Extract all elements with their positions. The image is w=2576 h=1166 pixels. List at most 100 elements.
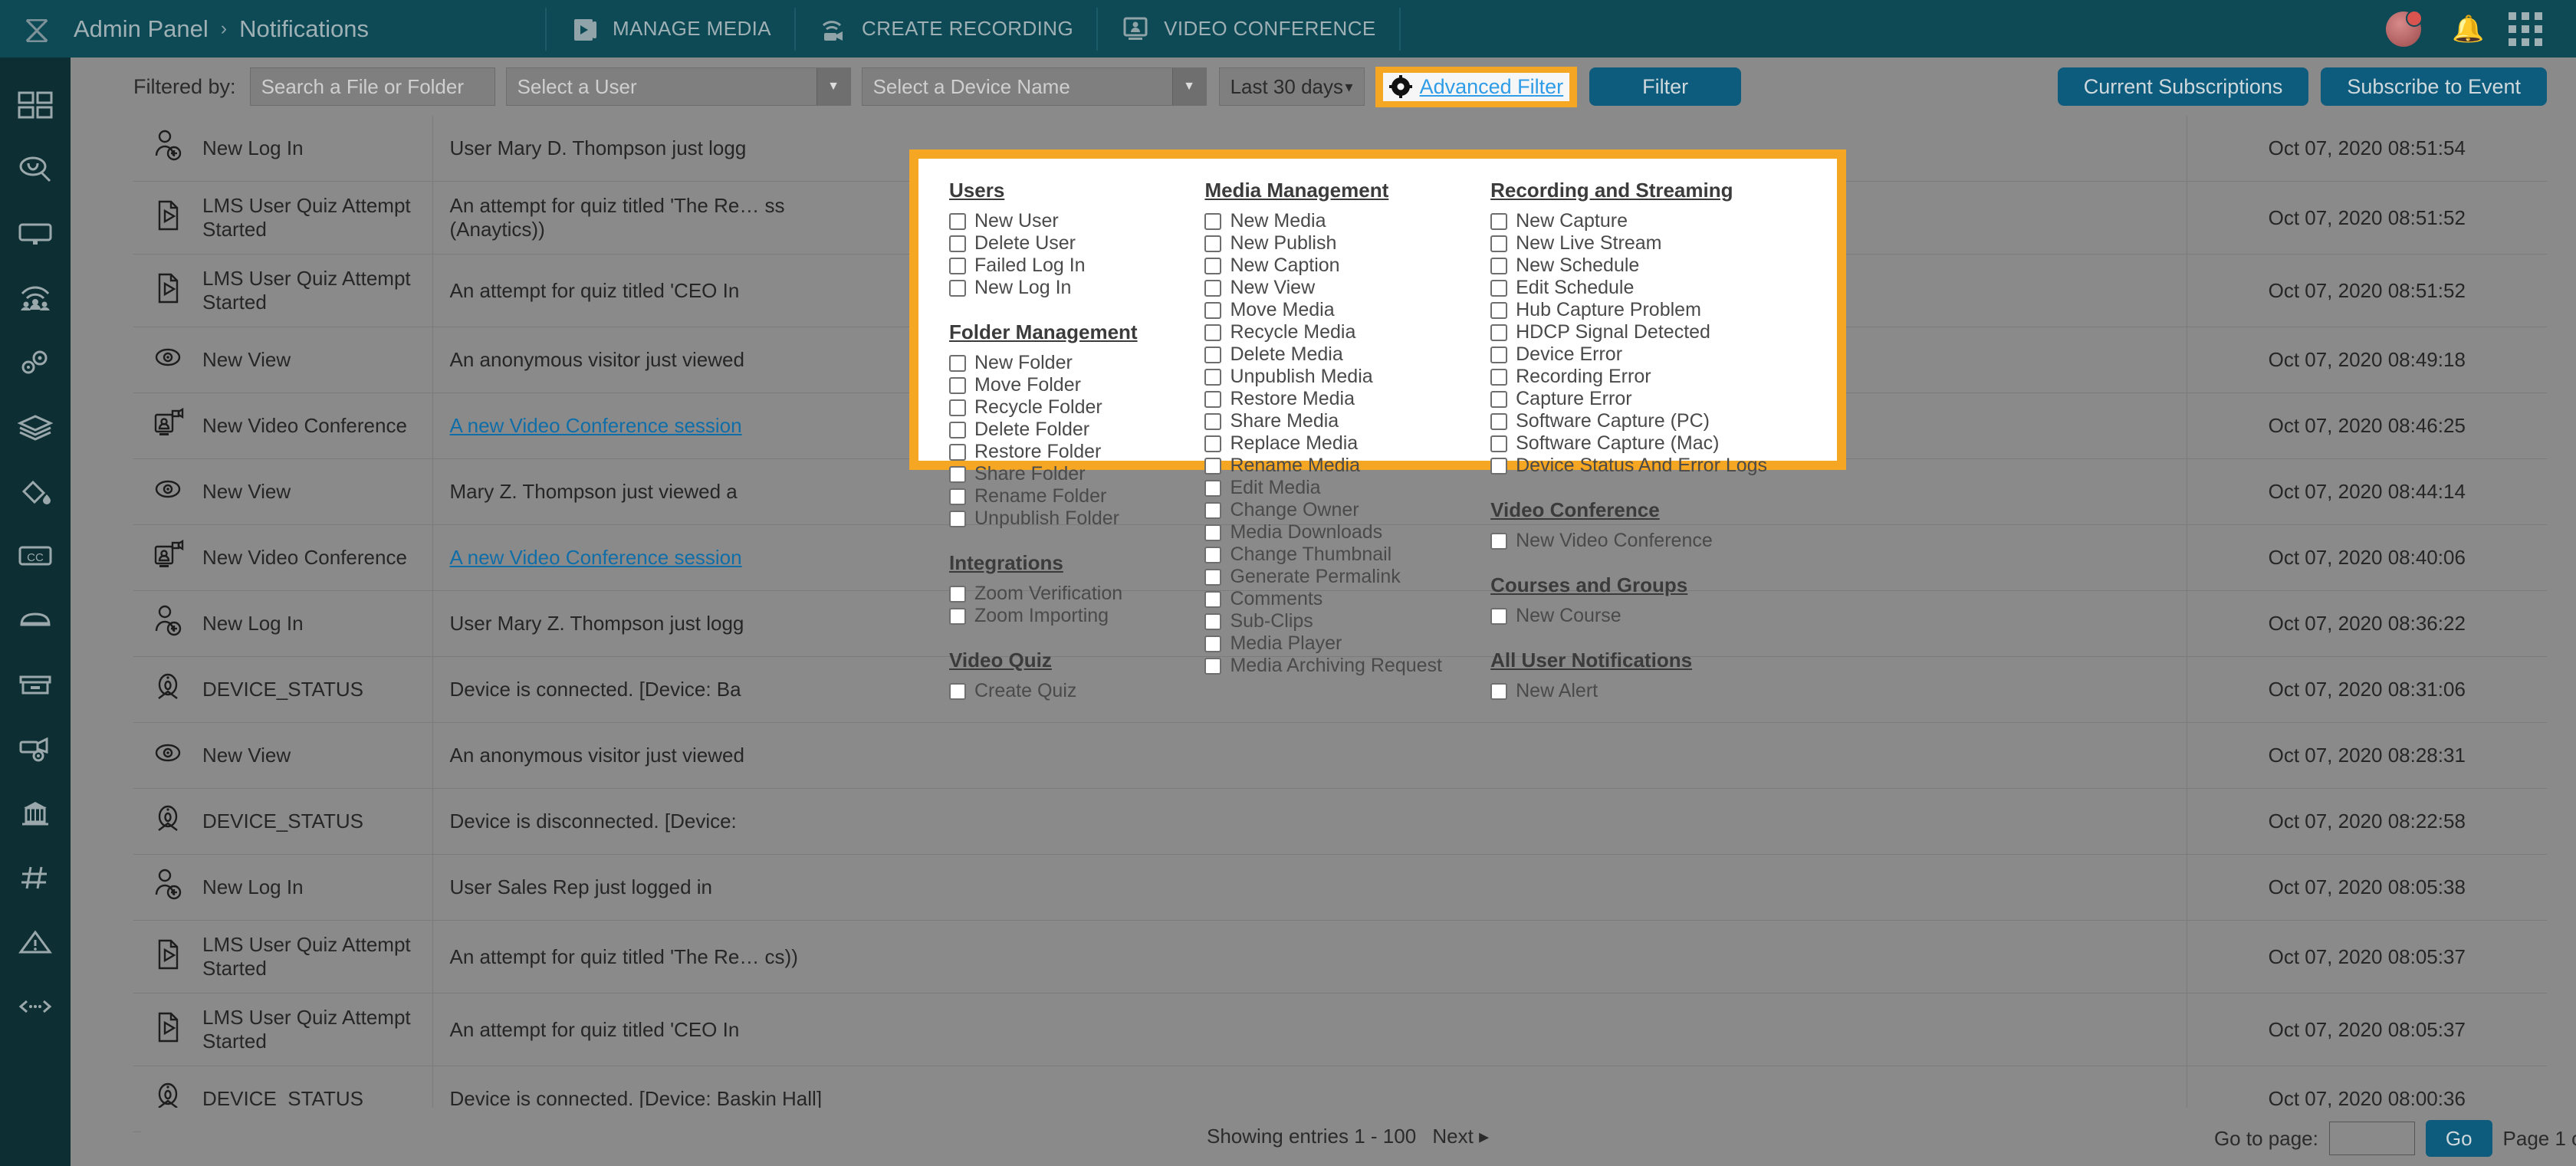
app-logo[interactable]: ⧖ [0, 10, 74, 48]
checkbox-icon[interactable] [1490, 532, 1508, 550]
advanced-filter-option[interactable]: New View [1204, 277, 1490, 299]
checkbox-icon[interactable] [1490, 607, 1508, 625]
advanced-filter-option[interactable]: Media Archiving Request [1204, 655, 1490, 677]
advanced-filter-option[interactable]: Recycle Folder [949, 396, 1204, 419]
advanced-filter-option[interactable]: Change Owner [1204, 499, 1490, 521]
advanced-filter-option[interactable]: Restore Folder [949, 441, 1204, 463]
advanced-filter-link[interactable]: Advanced Filter [1420, 75, 1564, 99]
breadcrumb-root[interactable]: Admin Panel [74, 15, 209, 43]
advanced-filter-option[interactable]: New User [949, 210, 1204, 232]
sidebar-item-channels[interactable] [0, 846, 71, 910]
checkbox-icon[interactable] [949, 376, 966, 394]
advanced-filter-option[interactable]: New Alert [1490, 680, 1806, 702]
advanced-filter-option[interactable]: New Live Stream [1490, 232, 1806, 255]
checkbox-icon[interactable] [1204, 212, 1222, 230]
sidebar-item-device[interactable] [0, 588, 71, 652]
advanced-filter-option[interactable]: Change Thumbnail [1204, 544, 1490, 566]
checkbox-icon[interactable] [1490, 346, 1508, 363]
checkbox-icon[interactable] [949, 682, 966, 700]
advanced-filter-option[interactable]: Unpublish Media [1204, 366, 1490, 388]
checkbox-icon[interactable] [949, 443, 966, 461]
table-row[interactable]: New Log In User Sales Rep just logged in O… [133, 854, 2547, 921]
checkbox-icon[interactable] [1490, 412, 1508, 430]
sidebar-item-live-stream[interactable] [0, 266, 71, 330]
advanced-filter-option[interactable]: Software Capture (PC) [1490, 410, 1806, 432]
advanced-filter-option[interactable]: New Video Conference [1490, 530, 1806, 552]
advanced-filter-option[interactable]: New Capture [1490, 210, 1806, 232]
checkbox-icon[interactable] [1490, 279, 1508, 297]
sidebar-item-settings[interactable] [0, 330, 71, 395]
advanced-filter-option[interactable]: New Folder [949, 352, 1204, 374]
advanced-filter-option[interactable]: Edit Schedule [1490, 277, 1806, 299]
advanced-filter-option[interactable]: Recycle Media [1204, 321, 1490, 343]
table-row[interactable]: New View An anonymous visitor just viewed… [133, 722, 2547, 789]
checkbox-icon[interactable] [949, 510, 966, 527]
checkbox-icon[interactable] [1490, 457, 1508, 475]
advanced-filter-option[interactable]: Unpublish Folder [949, 507, 1204, 530]
device-select[interactable]: Select a Device Name ▼ [861, 67, 1207, 106]
advanced-filter-option[interactable]: New Course [1490, 605, 1806, 627]
table-row[interactable]: LMS User Quiz Attempt Started An attempt … [133, 920, 2547, 994]
advanced-filter-option[interactable]: Rename Folder [949, 485, 1204, 507]
subscribe-to-event-button[interactable]: Subscribe to Event [2321, 67, 2547, 106]
advanced-filter-option[interactable]: Delete Folder [949, 419, 1204, 441]
nav-create-recording[interactable]: CREATE RECORDING [796, 7, 1099, 51]
checkbox-icon[interactable] [949, 235, 966, 252]
date-range-select[interactable]: Last 30 days ▾ [1218, 67, 1365, 106]
advanced-filter-option[interactable]: Zoom Verification [949, 583, 1204, 605]
apps-grid-icon[interactable] [2509, 11, 2542, 46]
current-subscriptions-button[interactable]: Current Subscriptions [2057, 67, 2309, 106]
sidebar-item-display[interactable] [0, 202, 71, 266]
checkbox-icon[interactable] [1490, 301, 1508, 319]
advanced-filter-option[interactable]: New Schedule [1490, 255, 1806, 277]
advanced-filter-option[interactable]: Recording Error [1490, 366, 1806, 388]
checkbox-icon[interactable] [1490, 324, 1508, 341]
checkbox-icon[interactable] [1204, 257, 1222, 274]
checkbox-icon[interactable] [1204, 479, 1222, 497]
go-button[interactable]: Go [2425, 1120, 2492, 1157]
checkbox-icon[interactable] [1204, 435, 1222, 452]
advanced-filter-option[interactable]: Replace Media [1204, 432, 1490, 455]
advanced-filter-option[interactable]: HDCP Signal Detected [1490, 321, 1806, 343]
checkbox-icon[interactable] [1204, 590, 1222, 608]
checkbox-icon[interactable] [949, 488, 966, 505]
sidebar-item-captions[interactable]: CC [0, 524, 71, 588]
sidebar-item-archive[interactable] [0, 652, 71, 717]
notification-bell-icon[interactable]: 🔔 [2452, 15, 2484, 44]
checkbox-icon[interactable] [1204, 279, 1222, 297]
checkbox-icon[interactable] [1490, 390, 1508, 408]
checkbox-icon[interactable] [1204, 657, 1222, 675]
advanced-filter-option[interactable]: Media Player [1204, 632, 1490, 655]
search-input[interactable]: Search a File or Folder [249, 67, 495, 106]
checkbox-icon[interactable] [1204, 546, 1222, 563]
checkbox-icon[interactable] [1204, 324, 1222, 341]
checkbox-icon[interactable] [1204, 368, 1222, 386]
advanced-filter-option[interactable]: Move Folder [949, 374, 1204, 396]
advanced-filter-option[interactable]: Software Capture (Mac) [1490, 432, 1806, 455]
checkbox-icon[interactable] [1204, 613, 1222, 630]
next-page-link[interactable]: Next ▸ [1432, 1125, 1489, 1148]
sidebar-item-layers[interactable] [0, 395, 71, 459]
advanced-filter-option[interactable]: New Publish [1204, 232, 1490, 255]
checkbox-icon[interactable] [1204, 524, 1222, 541]
sidebar-item-search[interactable] [0, 137, 71, 202]
nav-video-conference[interactable]: VIDEO CONFERENCE [1098, 7, 1401, 51]
checkbox-icon[interactable] [1204, 501, 1222, 519]
advanced-filter-option[interactable]: Generate Permalink [1204, 566, 1490, 588]
checkbox-icon[interactable] [1204, 390, 1222, 408]
advanced-filter-option[interactable]: Sub-Clips [1204, 610, 1490, 632]
advanced-filter-option[interactable]: New Caption [1204, 255, 1490, 277]
checkbox-icon[interactable] [1204, 568, 1222, 586]
sidebar-item-expand[interactable] [0, 974, 71, 1039]
table-row[interactable]: LMS User Quiz Attempt Started An attempt … [133, 993, 2547, 1066]
checkbox-icon[interactable] [1490, 235, 1508, 252]
advanced-filter-option[interactable]: Restore Media [1204, 388, 1490, 410]
sidebar-item-recorder[interactable] [0, 717, 71, 781]
checkbox-icon[interactable] [1204, 412, 1222, 430]
checkbox-icon[interactable] [1490, 368, 1508, 386]
advanced-filter-option[interactable]: Edit Media [1204, 477, 1490, 499]
checkbox-icon[interactable] [1490, 435, 1508, 452]
advanced-filter-option[interactable]: Create Quiz [949, 680, 1204, 702]
checkbox-icon[interactable] [949, 354, 966, 372]
checkbox-icon[interactable] [949, 585, 966, 603]
